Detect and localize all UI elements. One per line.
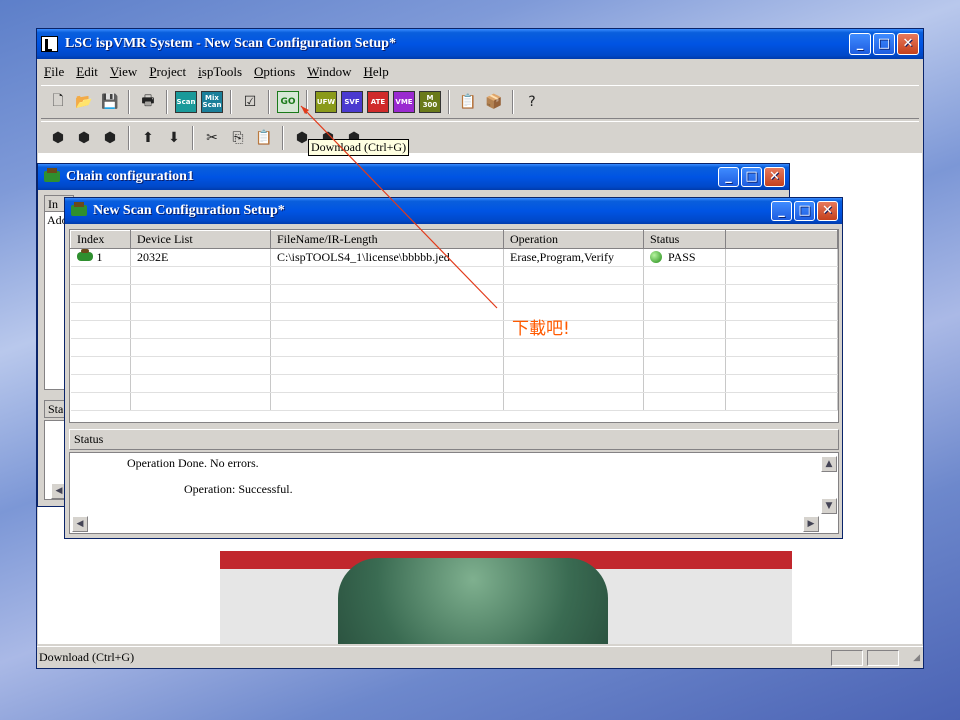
annotation-text: 下載吧! <box>512 319 570 339</box>
annotation-arrow <box>300 105 498 309</box>
annotation-arrow-line <box>300 105 498 309</box>
